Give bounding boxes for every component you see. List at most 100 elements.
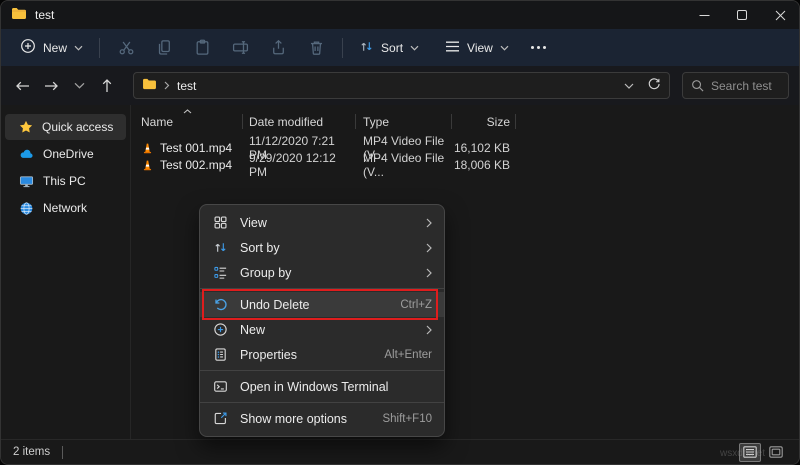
navigation-pane: Quick access OneDrive This PC Network (1, 105, 131, 441)
menu-separator (200, 402, 444, 403)
recent-locations-chevron[interactable] (65, 72, 93, 100)
sidebar-item-onedrive[interactable]: OneDrive (5, 141, 126, 167)
close-button[interactable] (761, 1, 799, 29)
menu-item-label: Properties (240, 348, 373, 362)
properties-doc-icon (212, 347, 229, 362)
menu-separator (200, 370, 444, 371)
sidebar-item-label: This PC (43, 174, 86, 188)
refresh-button[interactable] (647, 77, 661, 94)
group-list-icon (212, 265, 229, 280)
rename-button[interactable] (221, 33, 259, 63)
menu-item-properties[interactable]: Properties Alt+Enter (200, 342, 444, 367)
minimize-button[interactable] (685, 1, 723, 29)
search-box[interactable]: Search test (682, 72, 789, 99)
address-bar[interactable]: test (133, 72, 670, 99)
file-row[interactable]: Test 002.mp4 9/29/2020 12:12 PM MP4 Vide… (137, 156, 799, 173)
sort-ascending-caret-icon (183, 109, 192, 114)
search-icon (691, 79, 704, 92)
plus-circle-icon (20, 38, 36, 57)
file-date: 9/29/2020 12:12 PM (249, 151, 356, 179)
sidebar-item-quick-access[interactable]: Quick access (5, 114, 126, 140)
status-bar: 2 items wsxdn.net (1, 439, 799, 464)
breadcrumb-folder[interactable]: test (177, 79, 196, 93)
submenu-chevron-icon (426, 243, 432, 253)
maximize-button[interactable] (723, 1, 761, 29)
copy-icon (156, 39, 173, 56)
view-button[interactable]: View (436, 33, 518, 63)
menu-item-group-by[interactable]: Group by (200, 260, 444, 285)
new-button[interactable]: New (11, 33, 92, 63)
menu-item-show-more-options[interactable]: Show more options Shift+F10 (200, 406, 444, 431)
window-controls (685, 1, 799, 29)
more-options-button[interactable] (524, 33, 554, 63)
column-label: Type (363, 115, 389, 129)
menu-item-label: Undo Delete (240, 298, 389, 312)
menu-item-label: View (240, 216, 415, 230)
file-row[interactable]: Test 001.mp4 11/12/2020 7:21 PM MP4 Vide… (137, 139, 799, 156)
column-header-type[interactable]: Type (356, 111, 452, 133)
hamburger-lines-icon (445, 40, 460, 56)
titlebar: test (1, 1, 799, 29)
share-button[interactable] (259, 33, 297, 63)
folder-icon (142, 78, 157, 93)
back-button[interactable] (9, 72, 37, 100)
sidebar-item-label: OneDrive (43, 147, 94, 161)
rename-icon (232, 39, 249, 56)
menu-item-sort-by[interactable]: Sort by (200, 235, 444, 260)
folder-icon (11, 7, 27, 23)
address-row: test Search test (1, 66, 799, 105)
terminal-icon (212, 379, 229, 394)
menu-item-open-in-windows-terminal[interactable]: Open in Windows Terminal (200, 374, 444, 399)
thumbnail-view-button[interactable] (765, 443, 787, 462)
menu-item-undo-delete[interactable]: Undo Delete Ctrl+Z (200, 292, 444, 317)
menu-separator (200, 288, 444, 289)
sort-button-label: Sort (381, 41, 403, 55)
file-explorer-window: test New Sort View (0, 0, 800, 465)
sort-arrows-icon (212, 240, 229, 255)
toolbar-divider (342, 38, 343, 58)
trash-icon (308, 39, 325, 56)
vlc-cone-icon (141, 141, 154, 155)
column-label: Date modified (249, 115, 323, 129)
window-title: test (35, 8, 54, 22)
paste-button[interactable] (183, 33, 221, 63)
column-header-size[interactable]: Size (452, 111, 516, 133)
file-type: MP4 Video File (V... (363, 151, 452, 179)
menu-item-new[interactable]: New (200, 317, 444, 342)
file-name: Test 002.mp4 (160, 158, 232, 172)
cut-button[interactable] (107, 33, 145, 63)
delete-button[interactable] (297, 33, 335, 63)
expand-box-icon (212, 411, 229, 426)
ellipsis-icon (531, 46, 546, 49)
column-header-date-modified[interactable]: Date modified (243, 111, 356, 133)
submenu-chevron-icon (426, 218, 432, 228)
view-button-label: View (467, 41, 493, 55)
watermark: wsxdn.net (720, 448, 765, 459)
scissors-icon (118, 39, 135, 56)
menu-item-label: Show more options (240, 412, 371, 426)
column-header-name[interactable]: Name (137, 111, 243, 133)
chevron-down-icon (74, 45, 83, 51)
file-size: 18,006 KB (454, 158, 510, 172)
up-button[interactable] (93, 72, 121, 100)
toolbar-divider (99, 38, 100, 58)
sort-button[interactable]: Sort (350, 33, 428, 63)
column-headers: Name Date modified Type Size (137, 111, 799, 133)
sidebar-item-this-pc[interactable]: This PC (5, 168, 126, 194)
forward-button[interactable] (37, 72, 65, 100)
view-grid-icon (212, 215, 229, 230)
sidebar-item-network[interactable]: Network (5, 195, 126, 221)
menu-item-shortcut: Shift+F10 (382, 413, 432, 425)
copy-button[interactable] (145, 33, 183, 63)
breadcrumb-separator-icon (164, 81, 170, 90)
new-circle-plus-icon (212, 322, 229, 337)
column-label: Size (487, 115, 510, 129)
chevron-down-icon (410, 45, 419, 51)
submenu-chevron-icon (426, 268, 432, 278)
status-divider (62, 446, 63, 459)
share-icon (270, 39, 287, 56)
address-dropdown-chevron-icon[interactable] (624, 83, 634, 89)
menu-item-view[interactable]: View (200, 210, 444, 235)
chevron-down-icon (500, 45, 509, 51)
network-globe-icon (19, 201, 34, 216)
